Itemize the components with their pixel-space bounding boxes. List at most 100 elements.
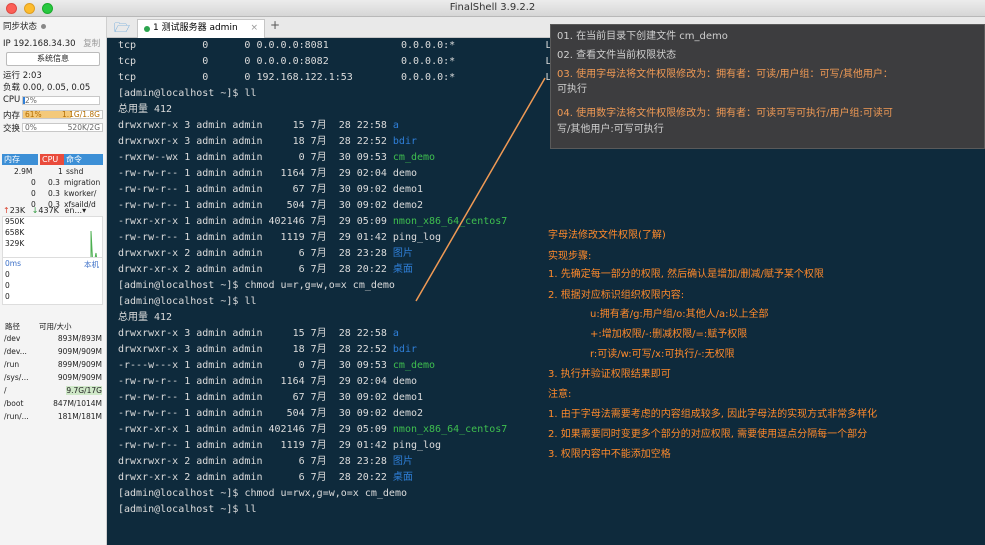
note-line: 写/其他用户:可写可执行 xyxy=(557,124,664,135)
ls-row: -rw-rw-r-- 1 admin admin 504 7月 30 09:02… xyxy=(118,198,423,214)
ip-address: IP 192.168.34.30 xyxy=(3,39,76,49)
ls-filename: cm_demo xyxy=(392,360,436,371)
uptime: 运行 2:03 xyxy=(3,71,42,81)
swap-usage-value: 520K/2G xyxy=(67,123,100,132)
annotation-note: 2. 如果需要同时变更多个部分的对应权限, 需要使用逗点分隔每一个部分 xyxy=(548,429,868,440)
disk-row: /run/... 181M/181M xyxy=(3,412,103,423)
ls-filename: a xyxy=(392,120,399,131)
ls-filename: demo1 xyxy=(392,392,424,403)
add-tab-button[interactable]: + xyxy=(270,18,280,32)
latency-host[interactable]: 本机 xyxy=(84,259,99,270)
netstat-row: tcp 0 0 0.0.0.0:8081 0.0.0.0:* LI xyxy=(118,38,558,54)
cpu-usage-bar: 2% xyxy=(22,96,100,105)
ls-filename: bdir xyxy=(392,344,417,355)
ls-row: -rw-rw-r-- 1 admin admin 1119 7月 29 01:4… xyxy=(118,230,441,246)
process-row[interactable]: 0 0.3 migration xyxy=(2,178,103,188)
annotation-step: 3. 执行并验证权限结果即可 xyxy=(548,369,671,380)
proc-cpu: 0.3 xyxy=(48,189,60,198)
disk-path: /run/... xyxy=(4,412,29,421)
ls-row: -rw-rw-r-- 1 admin admin 1164 7月 29 02:0… xyxy=(118,374,417,390)
process-row[interactable]: 0 0.3 kworker/ xyxy=(2,189,103,199)
ls-meta: drwxrwxr-x 3 admin admin 15 7月 28 22:58 xyxy=(118,120,393,131)
annotation-substep: r:可读/w:可写/x:可执行/-:无权限 xyxy=(590,349,735,360)
dropdown-icon[interactable]: ▾ xyxy=(82,206,86,215)
proc-header-cmd[interactable]: 命令 xyxy=(64,154,103,165)
system-info-button[interactable]: 系统信息 xyxy=(6,52,100,66)
tab-session[interactable]: 1 测试服务器 admin × xyxy=(137,19,265,38)
ls-row: drwxrwxr-x 2 admin admin 6 7月 28 23:28 图… xyxy=(118,246,413,262)
disk-path: /sys/... xyxy=(4,373,29,382)
ls-row: drwxrwxr-x 3 admin admin 18 7月 28 22:52 … xyxy=(118,342,417,358)
disk-size: 909M/909M xyxy=(57,347,102,356)
ls-filename: 桌面 xyxy=(392,264,413,275)
ls-row: drwxr-xr-x 2 admin admin 6 7月 28 20:22 桌… xyxy=(118,470,413,486)
disk-path: /dev... xyxy=(4,347,27,356)
shell-prompt: [admin@localhost ~]$ xyxy=(118,88,245,99)
disk-header-path: 路径 xyxy=(5,322,20,331)
disk-row: /sys/... 909M/909M xyxy=(3,373,103,384)
cpu-label: CPU xyxy=(3,95,21,105)
ip-row: IP 192.168.34.30 复制 xyxy=(3,37,100,49)
ls-filename: bdir xyxy=(392,136,417,147)
ls-row: -r---w---x 1 admin admin 0 7月 30 09:53 c… xyxy=(118,358,435,374)
shell-command: ll xyxy=(244,88,257,99)
shell-command: ll xyxy=(244,504,257,515)
shell-command: chmod u=rwx,g=w,o=x cm_demo xyxy=(244,488,407,499)
disk-row: / 9.7G/17G xyxy=(3,386,103,397)
ls-filename: demo xyxy=(392,168,417,179)
ls-meta: -rw-rw-r-- 1 admin admin 1119 7月 29 01:4… xyxy=(118,232,393,243)
disk-size: 909M/909M xyxy=(57,373,102,382)
latency-label: 0ms xyxy=(5,259,21,268)
sync-status-icon xyxy=(41,24,47,29)
proc-mem: 2.9M xyxy=(14,167,33,176)
proc-mem: 0 xyxy=(31,178,36,187)
task-notes-box: 01. 在当前目录下创建文件 cm_demo 02. 查看文件当前权限状态 03… xyxy=(550,24,985,149)
disk-row: /dev... 909M/909M xyxy=(3,347,103,358)
netstat-row: tcp 0 0 192.168.122.1:53 0.0.0.0:* LI xyxy=(118,70,558,86)
annotation-step: 1. 先确定每一部分的权限, 然后确认是增加/删减/赋予某个权限 xyxy=(548,269,824,280)
annotation-note-label: 注意: xyxy=(548,389,572,400)
ls-meta: -rw-rw-r-- 1 admin admin 1119 7月 29 01:4… xyxy=(118,440,393,451)
disk-row: /dev 893M/893M xyxy=(3,334,103,345)
copy-ip-link[interactable]: 复制 xyxy=(83,39,100,49)
annotation-note: 3. 权限内容中不能添加空格 xyxy=(548,449,671,460)
ls-row: drwxrwxr-x 3 admin admin 15 7月 28 22:58 … xyxy=(118,326,399,342)
system-monitor-sidebar: 同步状态 IP 192.168.34.30 复制 系统信息 运行 2:03 负载… xyxy=(0,17,107,545)
disk-size: 893M/893M xyxy=(57,334,102,343)
ls-meta: -rw-rw-r-- 1 admin admin 1164 7月 29 02:0… xyxy=(118,376,393,387)
net-interface-select[interactable]: en... xyxy=(64,206,82,215)
proc-cmd: migration xyxy=(64,178,101,187)
prompt-line: [admin@localhost ~]$ ll xyxy=(118,86,256,102)
ls-row: drwxrwxr-x 2 admin admin 6 7月 28 23:28 图… xyxy=(118,454,413,470)
disk-row: /run 899M/909M xyxy=(3,360,103,371)
process-row[interactable]: 2.9M 1 sshd xyxy=(2,167,103,177)
swap-label: 交换 xyxy=(3,124,21,134)
disk-header-size: 可用/大小 xyxy=(39,322,72,331)
netstat-text: tcp 0 0 192.168.122.1:53 0.0.0.0:* LI xyxy=(118,72,558,83)
connected-status-icon xyxy=(144,26,150,32)
ls-filename: demo1 xyxy=(392,184,424,195)
ls-total: 总用量 412 xyxy=(118,310,172,326)
mem-usage-bar: 61% 1.1G/1.8G xyxy=(22,110,103,119)
ls-meta: -rw-rw-r-- 1 admin admin 67 7月 30 09:02 xyxy=(118,184,393,195)
ls-filename: 图片 xyxy=(392,248,413,259)
shell-command: chmod u=r,g=w,o=x cm_demo xyxy=(244,280,395,291)
disk-size: 9.7G/17G xyxy=(66,386,102,395)
ls-meta: -rw-rw-r-- 1 admin admin 1164 7月 29 02:0… xyxy=(118,168,393,179)
ls-filename: cm_demo xyxy=(392,152,436,163)
note-line: 02. 查看文件当前权限状态 xyxy=(557,50,677,61)
disk-row: /boot 847M/1014M xyxy=(3,399,103,410)
ls-total-text: 总用量 412 xyxy=(118,312,173,323)
ls-filename: demo2 xyxy=(392,200,424,211)
ls-filename: ping_log xyxy=(392,232,442,243)
annotation-substep: u:拥有者/g:用户组/o:其他人/a:以上全部 xyxy=(590,309,769,320)
shell-prompt: [admin@localhost ~]$ xyxy=(118,488,245,499)
proc-header-mem[interactable]: 内存 xyxy=(2,154,38,165)
tab-close-icon[interactable]: × xyxy=(250,20,258,37)
prompt-line: [admin@localhost ~]$ ll xyxy=(118,294,256,310)
tab-label: 1 测试服务器 admin xyxy=(153,23,238,33)
proc-header-cpu[interactable]: CPU xyxy=(40,154,64,165)
title-bar: FinalShell 3.9.2.2 xyxy=(0,0,985,17)
disk-path: /boot xyxy=(4,399,24,408)
ls-meta: -r---w---x 1 admin admin 0 7月 30 09:53 xyxy=(118,360,393,371)
